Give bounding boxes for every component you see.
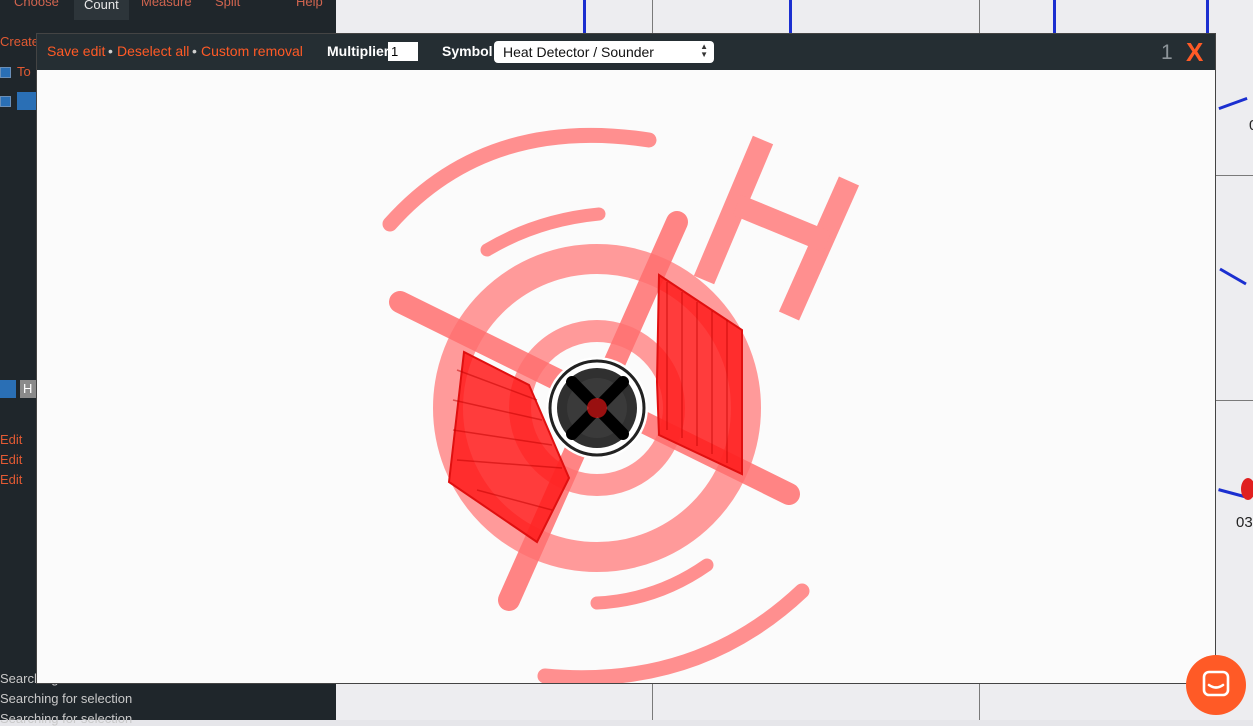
- close-button[interactable]: X: [1186, 37, 1203, 68]
- plan-wall: [1206, 0, 1209, 34]
- page-number: 1: [1161, 41, 1173, 64]
- layer-color-swatch: [17, 92, 37, 110]
- plan-line: [652, 683, 653, 720]
- symbol-label: Symbol: [442, 43, 493, 59]
- symbol-select-value: Heat Detector / Sounder: [503, 44, 654, 60]
- edit-link[interactable]: Edit: [0, 472, 22, 487]
- tab-measure[interactable]: Measure: [141, 0, 192, 9]
- chat-launcher-button[interactable]: [1186, 655, 1246, 715]
- sound-wave-arc: [382, 127, 657, 232]
- item-color-swatch: [0, 380, 16, 398]
- tab-split[interactable]: Split: [215, 0, 240, 9]
- sensor-dot: [587, 398, 607, 418]
- plan-line: [979, 683, 980, 720]
- plan-line: [1215, 400, 1253, 401]
- canvas-label: 0: [1249, 117, 1253, 134]
- tab-help[interactable]: Help: [296, 0, 323, 9]
- edit-link[interactable]: Edit: [0, 452, 22, 467]
- separator: •: [192, 43, 197, 59]
- background-tab-bar: Choose Count Measure Split Help: [0, 0, 336, 20]
- status-line: Searching for selection: [0, 691, 133, 706]
- plan-wall: [789, 0, 792, 34]
- plan-arrow: [1218, 96, 1248, 111]
- multiplier-label: Multiplier: [327, 43, 390, 59]
- create-link[interactable]: Create: [0, 34, 39, 49]
- plan-wall: [583, 0, 586, 34]
- select-arrows-icon: ▲ ▼: [700, 42, 708, 59]
- layer-checkbox[interactable]: [0, 67, 11, 78]
- tab-count[interactable]: Count: [74, 0, 129, 20]
- status-line: Searching for selection: [0, 711, 133, 726]
- placed-detector-symbol[interactable]: [1241, 478, 1253, 500]
- item-label: H: [20, 380, 37, 398]
- plan-line: [979, 0, 980, 34]
- plan-line: [652, 0, 653, 34]
- separator: •: [108, 43, 113, 59]
- plan-arrow: [1219, 267, 1247, 286]
- plan-line: [1215, 175, 1253, 176]
- multiplier-input[interactable]: [388, 42, 418, 61]
- modal-toolbar: Save edit • Deselect all • Custom remova…: [37, 34, 1215, 70]
- edit-link[interactable]: Edit: [0, 432, 22, 447]
- symbol-select[interactable]: Heat Detector / Sounder ▲ ▼: [494, 41, 714, 63]
- save-edit-button[interactable]: Save edit: [47, 43, 105, 59]
- chat-icon: [1202, 670, 1230, 697]
- symbol-canvas[interactable]: [37, 70, 1215, 683]
- letter-h-glyph: [693, 135, 860, 321]
- tab-choose[interactable]: Choose: [14, 0, 59, 9]
- plan-wall: [1053, 0, 1056, 34]
- layer-name[interactable]: To: [17, 64, 31, 79]
- custom-removal-button[interactable]: Custom removal: [201, 43, 303, 59]
- canvas-label: 03: [1236, 514, 1253, 531]
- sound-wave-arc: [537, 583, 810, 683]
- layer-checkbox[interactable]: [0, 96, 11, 107]
- deselect-all-button[interactable]: Deselect all: [117, 43, 189, 59]
- sound-wave-arc: [480, 207, 606, 257]
- symbol-edit-modal: Save edit • Deselect all • Custom remova…: [37, 34, 1215, 683]
